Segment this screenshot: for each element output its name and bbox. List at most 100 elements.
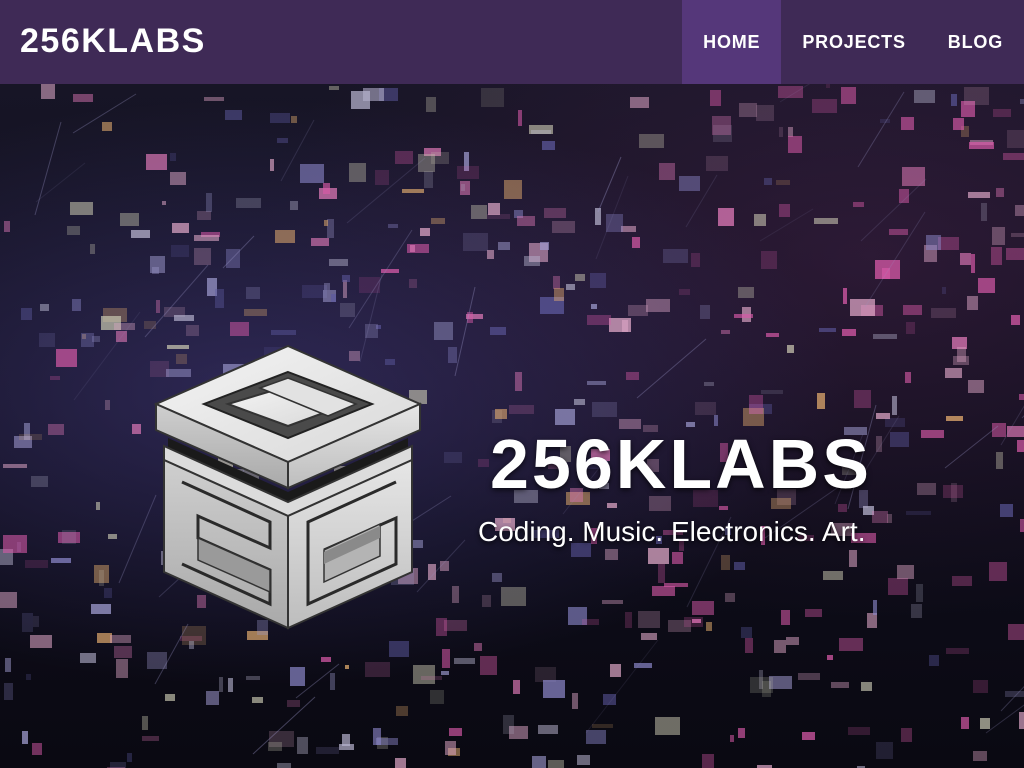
- background-pixel: [911, 604, 922, 618]
- brand-logo-link[interactable]: 256KLABS: [20, 20, 206, 62]
- background-pixel: [779, 204, 790, 217]
- background-pixel: [31, 476, 48, 487]
- background-pixel: [826, 84, 830, 88]
- hero-title: 256KLABS: [490, 425, 872, 503]
- background-pixel: [957, 347, 966, 362]
- background-pixel: [921, 430, 944, 438]
- background-pixel: [554, 288, 564, 301]
- background-pixel: [621, 226, 636, 232]
- background-pixel: [327, 219, 334, 238]
- background-pixel: [142, 716, 148, 730]
- background-pixel: [70, 202, 93, 215]
- background-pixel: [146, 154, 167, 170]
- background-pixel: [540, 242, 549, 250]
- background-pixel: [854, 390, 871, 408]
- background-pixel: [194, 235, 219, 241]
- background-pixel: [194, 248, 211, 265]
- background-pixel: [375, 170, 389, 185]
- background-pixel: [632, 237, 640, 248]
- background-pixel: [761, 390, 783, 394]
- background-pixel: [867, 613, 877, 628]
- background-pixel: [331, 294, 336, 302]
- background-pixel: [481, 88, 504, 107]
- background-pixel: [110, 635, 131, 643]
- background-pixel: [719, 506, 728, 510]
- nav-projects[interactable]: PROJECTS: [781, 0, 926, 84]
- background-pixel: [592, 402, 617, 417]
- background-pixel: [952, 576, 972, 586]
- background-pixel: [25, 560, 48, 568]
- background-pixel: [33, 616, 39, 627]
- background-pixel: [444, 620, 467, 631]
- background-pixel: [574, 399, 585, 405]
- background-pixel: [592, 724, 613, 728]
- background-pixel: [738, 728, 745, 738]
- background-pixel: [373, 728, 381, 745]
- nav-blog[interactable]: BLOG: [927, 0, 1024, 84]
- background-pixel: [602, 600, 623, 604]
- background-pixel: [1006, 248, 1024, 260]
- background-pixel: [268, 742, 282, 751]
- background-pixel: [225, 110, 242, 120]
- background-pixel: [349, 163, 366, 182]
- background-pixel: [605, 549, 618, 560]
- background-pixel: [710, 90, 721, 106]
- background-pixel: [395, 151, 413, 164]
- background-pixel: [779, 127, 783, 137]
- background-pixel: [754, 214, 766, 226]
- background-pixel: [204, 97, 224, 101]
- background-pixel: [969, 142, 994, 149]
- background-pixel: [120, 213, 139, 226]
- background-pixel: [968, 192, 990, 198]
- background-pixel: [960, 253, 971, 265]
- background-pixel: [430, 690, 444, 704]
- background-pixel: [97, 633, 112, 643]
- background-pixel: [1017, 440, 1024, 452]
- background-pixel: [786, 637, 799, 645]
- background-pixel: [474, 643, 482, 651]
- background-pixel: [144, 321, 156, 329]
- background-pixel: [104, 588, 112, 598]
- background-pixel: [67, 226, 80, 235]
- background-pixel: [543, 680, 565, 698]
- background-pixel: [524, 256, 540, 266]
- background-pixel: [206, 691, 219, 705]
- background-pixel: [684, 617, 703, 627]
- background-pixel: [842, 329, 856, 336]
- background-pixel: [365, 662, 390, 677]
- background-pixel: [132, 424, 141, 434]
- background-pixel: [449, 728, 462, 736]
- background-pixel: [587, 315, 611, 325]
- background-pixel: [652, 586, 675, 596]
- background-pixel: [4, 221, 10, 232]
- background-pixel: [721, 555, 730, 570]
- background-pixel: [324, 220, 328, 226]
- background-pixel: [90, 244, 95, 254]
- background-pixel: [548, 760, 564, 768]
- background-pixel: [586, 730, 606, 744]
- background-pixel: [739, 103, 757, 117]
- nav-home[interactable]: HOME: [682, 0, 782, 84]
- background-pixel: [275, 230, 295, 243]
- background-pixel: [787, 345, 794, 353]
- background-pixel: [679, 176, 700, 191]
- background-pixel: [50, 376, 60, 380]
- background-pixel: [848, 727, 870, 735]
- background-pixel: [498, 242, 510, 250]
- background-pixel: [798, 673, 820, 680]
- background-pixel: [381, 269, 399, 273]
- background-pixel: [482, 595, 491, 607]
- background-pixel: [535, 667, 556, 682]
- background-pixel: [114, 323, 135, 330]
- background-pixel: [875, 260, 900, 279]
- background-pixel: [329, 86, 339, 90]
- background-pixel: [788, 127, 793, 137]
- background-pixel: [980, 718, 990, 729]
- background-pixel: [287, 700, 300, 707]
- background-pixel: [916, 584, 923, 602]
- background-pixel: [641, 633, 657, 640]
- background-pixel: [712, 116, 731, 135]
- background-pixel: [518, 110, 522, 126]
- background-pixel: [691, 253, 700, 267]
- background-pixel: [630, 97, 649, 108]
